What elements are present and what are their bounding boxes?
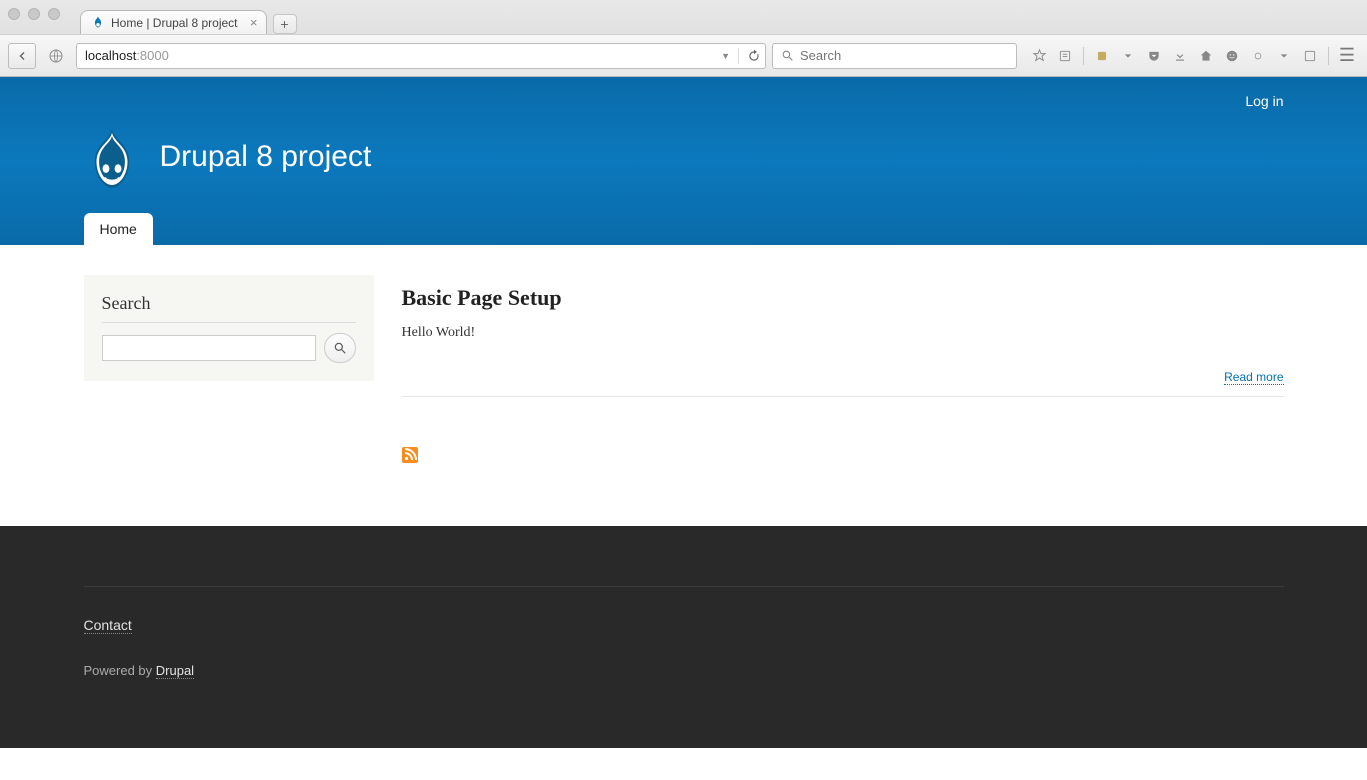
window-controls	[8, 8, 60, 20]
footer-divider	[84, 586, 1284, 587]
window-maximize-button[interactable]	[48, 8, 60, 20]
reload-icon[interactable]	[747, 49, 761, 63]
search-block-heading: Search	[102, 293, 356, 323]
site-header: Log in Drupal 8 project Home	[0, 77, 1367, 245]
drupal-logo-icon[interactable]	[84, 129, 140, 185]
chevron-down-icon[interactable]	[1272, 44, 1296, 68]
browser-tab[interactable]: Home | Drupal 8 project ×	[80, 10, 267, 34]
window-close-button[interactable]	[8, 8, 20, 20]
tab-home[interactable]: Home	[84, 213, 153, 245]
read-more-link[interactable]: Read more	[1224, 370, 1283, 385]
main-content: Basic Page Setup Hello World! Read more	[402, 275, 1284, 466]
hamburger-menu-icon[interactable]: ☰	[1335, 44, 1359, 68]
site-footer: Contact Powered by Drupal	[0, 526, 1367, 748]
contact-link[interactable]: Contact	[84, 617, 132, 634]
search-form	[102, 333, 356, 363]
browser-chrome: Home | Drupal 8 project × + localhost:80…	[0, 0, 1367, 77]
drupal-link[interactable]: Drupal	[156, 663, 194, 679]
tab-strip: Home | Drupal 8 project × +	[0, 6, 1367, 34]
bookmark-star-icon[interactable]	[1027, 44, 1051, 68]
reader-icon[interactable]	[1053, 44, 1077, 68]
downloads-icon[interactable]	[1168, 44, 1192, 68]
content-area: Search Basic Page Setup Hello World! Rea…	[44, 245, 1324, 526]
article-body: Hello World!	[402, 325, 1284, 341]
smiley-icon[interactable]	[1220, 44, 1244, 68]
powered-prefix: Powered by	[84, 663, 156, 678]
site-search-submit[interactable]	[324, 333, 356, 363]
home-icon[interactable]	[1194, 44, 1218, 68]
browser-toolbar: localhost:8000 ▼	[0, 34, 1367, 76]
article: Basic Page Setup Hello World! Read more	[402, 275, 1284, 397]
url-host: localhost	[85, 48, 136, 63]
powered-by: Powered by Drupal	[84, 663, 1284, 678]
site-search-input[interactable]	[102, 335, 316, 361]
drupal-favicon-icon	[91, 16, 105, 30]
browser-search-input[interactable]	[800, 48, 1008, 63]
addon-icon[interactable]	[1246, 44, 1270, 68]
extension-icon[interactable]	[1090, 44, 1114, 68]
address-bar[interactable]: localhost:8000 ▼	[76, 43, 766, 69]
tab-close-icon[interactable]: ×	[250, 15, 258, 30]
url-text: localhost:8000	[85, 48, 721, 63]
toolbar-icons: ☰	[1023, 44, 1359, 68]
globe-icon[interactable]	[42, 43, 70, 69]
back-button[interactable]	[8, 43, 36, 69]
url-port: :8000	[136, 48, 169, 63]
primary-tabs: Home	[84, 213, 1284, 245]
url-dropdown-icon[interactable]: ▼	[721, 51, 730, 61]
panel-icon[interactable]	[1298, 44, 1322, 68]
login-link[interactable]: Log in	[1245, 93, 1283, 109]
article-title[interactable]: Basic Page Setup	[402, 285, 1284, 311]
pocket-icon[interactable]	[1142, 44, 1166, 68]
browser-tab-title: Home | Drupal 8 project	[111, 16, 238, 30]
site-name[interactable]: Drupal 8 project	[160, 140, 372, 174]
page: Log in Drupal 8 project Home	[0, 77, 1367, 748]
browser-search-bar[interactable]	[772, 43, 1017, 69]
rss-icon[interactable]	[402, 447, 418, 463]
chevron-down-icon[interactable]	[1116, 44, 1140, 68]
new-tab-button[interactable]: +	[273, 14, 297, 34]
search-icon	[781, 49, 794, 62]
sidebar: Search	[84, 275, 374, 381]
window-minimize-button[interactable]	[28, 8, 40, 20]
